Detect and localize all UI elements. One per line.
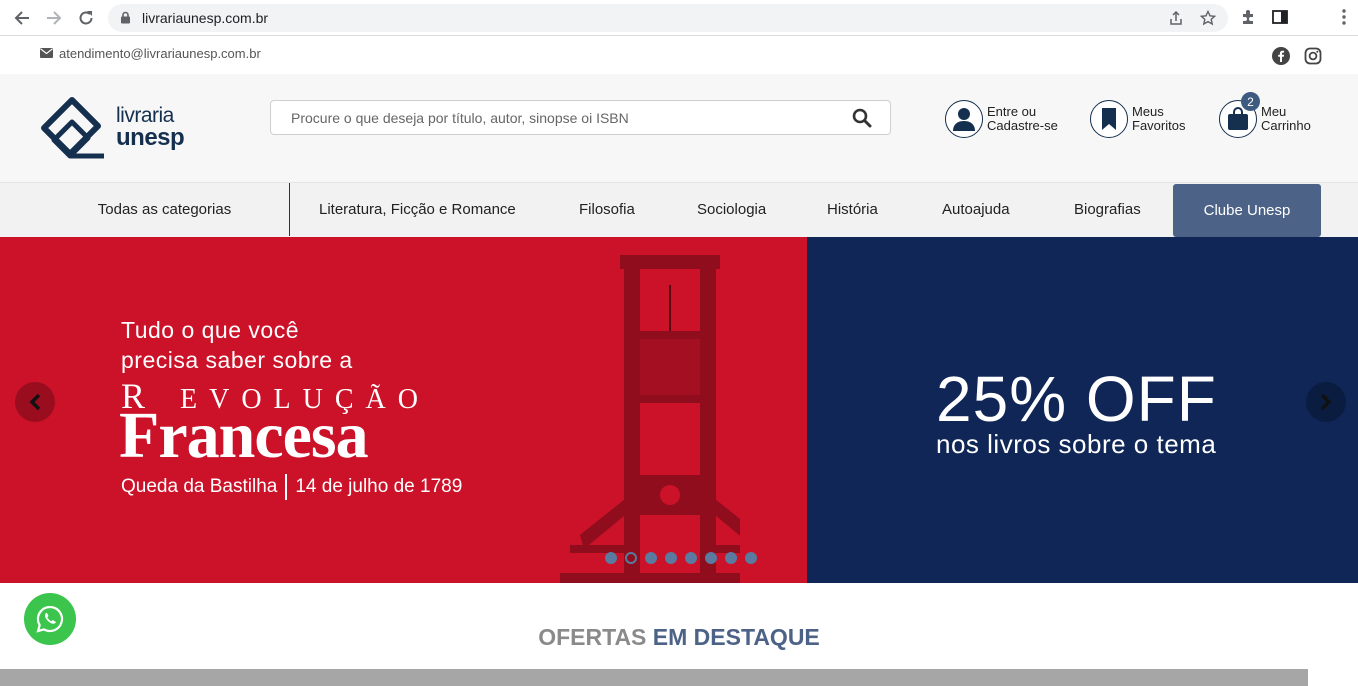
cart-label: Meu Carrinho: [1261, 104, 1311, 133]
category-biografias[interactable]: Biografias: [1074, 183, 1141, 236]
all-categories-menu[interactable]: Todas as categorias: [40, 183, 290, 236]
account-link[interactable]: Entre ou Cadastre-se: [945, 98, 1065, 140]
guillotine-illustration: [560, 255, 740, 583]
logo-word-unesp: unesp: [116, 124, 185, 151]
envelope-icon: [40, 46, 53, 61]
facebook-icon[interactable]: [1272, 47, 1290, 70]
clube-unesp-button[interactable]: Clube Unesp: [1173, 184, 1321, 237]
banner-discount-subtitle: nos livros sobre o tema: [936, 429, 1217, 459]
top-info-bar: atendimento@livrariaunesp.com.br: [0, 36, 1358, 74]
extensions-icon[interactable]: [1239, 8, 1257, 31]
category-autoajuda[interactable]: Autoajuda: [942, 183, 1010, 236]
favorites-link[interactable]: Meus Favoritos: [1090, 98, 1210, 140]
contact-email[interactable]: atendimento@livrariaunesp.com.br: [40, 46, 261, 61]
carousel-dot[interactable]: [625, 552, 637, 564]
site-logo[interactable]: livraria unesp: [40, 96, 190, 162]
favorites-label: Meus Favoritos: [1132, 104, 1186, 133]
cart-link[interactable]: 2 Meu Carrinho: [1219, 92, 1339, 140]
carousel-dot[interactable]: [645, 552, 657, 564]
category-nav: Todas as categorias Literatura, Ficção e…: [0, 182, 1358, 237]
forward-icon[interactable]: [44, 8, 64, 28]
category-historia[interactable]: História: [827, 183, 878, 236]
address-bar[interactable]: livrariaunesp.com.br: [108, 4, 1228, 32]
book-logo-icon: [41, 97, 104, 159]
side-panel-icon[interactable]: [1271, 8, 1289, 31]
banner-red-panel: Tudo o que você precisa saber sobre a R …: [0, 237, 807, 583]
carousel-dot[interactable]: [685, 552, 697, 564]
search-icon[interactable]: [852, 108, 872, 133]
bookmark-star-icon[interactable]: [1199, 9, 1217, 31]
carousel-dot[interactable]: [745, 552, 757, 564]
search-box: [270, 100, 891, 135]
shopping-bag-icon: 2: [1219, 92, 1260, 138]
menu-kebab-icon[interactable]: [1336, 8, 1352, 31]
carousel-dot[interactable]: [605, 552, 617, 564]
lock-icon: [120, 11, 131, 29]
url-text: livrariaunesp.com.br: [142, 10, 269, 26]
share-icon[interactable]: [1168, 10, 1184, 31]
bookmark-icon: [1090, 100, 1128, 138]
banner-discount: 25% OFF: [936, 363, 1217, 435]
hero-carousel[interactable]: Tudo o que você precisa saber sobre a R …: [0, 237, 1358, 583]
search-input[interactable]: [271, 101, 841, 134]
banner-intro: Tudo o que você precisa saber sobre a: [121, 317, 353, 373]
offers-carousel-strip: [0, 669, 1308, 686]
email-text: atendimento@livrariaunesp.com.br: [59, 46, 261, 61]
carousel-dot[interactable]: [705, 552, 717, 564]
offers-heading: OFERTAS EM DESTAQUE: [538, 624, 820, 650]
banner-subtitle: Queda da Bastilha 14 de julho de 1789: [121, 474, 462, 500]
carousel-dot[interactable]: [725, 552, 737, 564]
banner-title: Francesa: [119, 399, 369, 472]
carousel-dots: [605, 552, 757, 564]
carousel-dot[interactable]: [665, 552, 677, 564]
category-filosofia[interactable]: Filosofia: [579, 183, 635, 236]
category-literatura[interactable]: Literatura, Ficção e Romance: [319, 183, 516, 236]
carousel-prev-button[interactable]: [15, 382, 55, 422]
browser-toolbar: livrariaunesp.com.br: [0, 0, 1358, 36]
cart-count-badge: 2: [1241, 92, 1260, 111]
account-label: Entre ou Cadastre-se: [987, 104, 1058, 133]
chevron-left-icon: [29, 393, 41, 411]
carousel-next-button[interactable]: [1306, 382, 1346, 422]
user-icon: [945, 100, 983, 138]
reload-icon[interactable]: [76, 8, 96, 28]
chevron-right-icon: [1320, 393, 1332, 411]
category-sociologia[interactable]: Sociologia: [697, 183, 766, 236]
site-header: livraria unesp Entre ou Cadastre-se Meus…: [0, 74, 1358, 182]
back-icon[interactable]: [12, 8, 32, 28]
instagram-icon[interactable]: [1304, 47, 1322, 70]
